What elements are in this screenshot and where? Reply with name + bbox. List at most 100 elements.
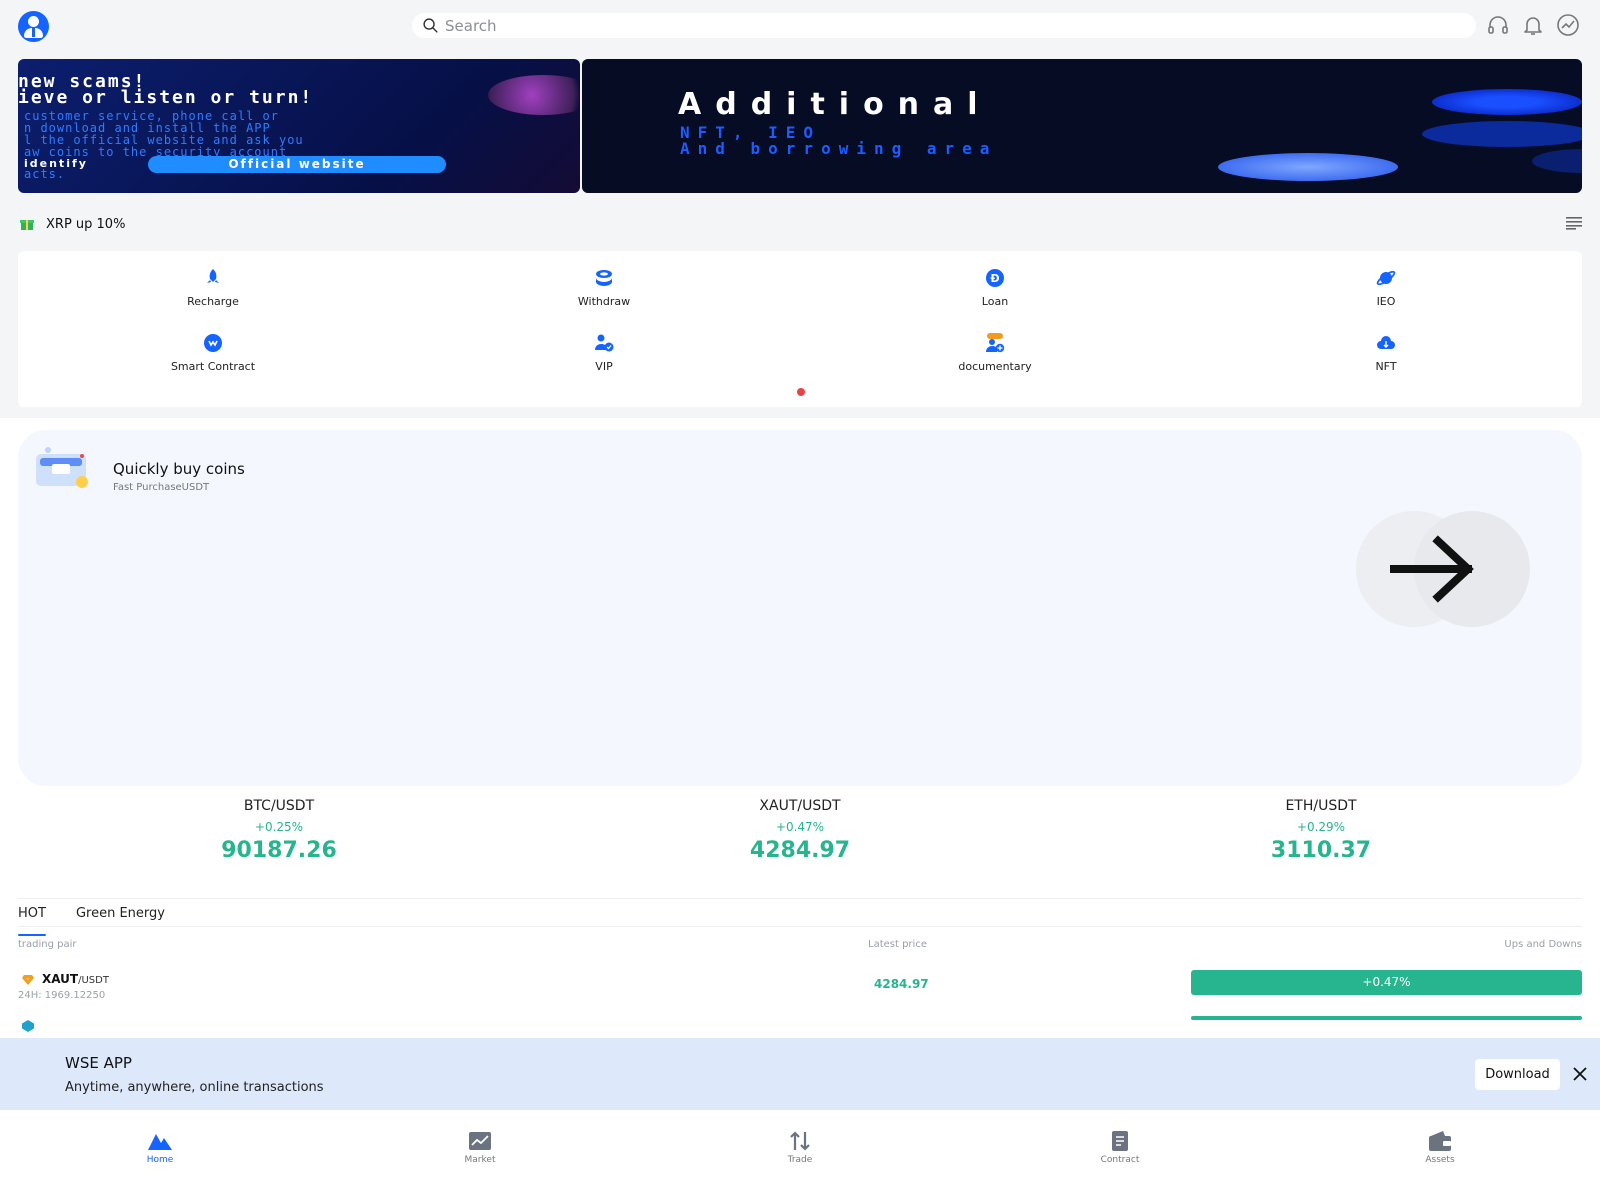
ticker-eth[interactable]: ETH/USDT +0.29% 3110.37 <box>1171 798 1471 863</box>
promo-banner[interactable]: new scams! ieve or listen or turn! custo… <box>18 59 1582 193</box>
ticker-change: +0.47% <box>775 820 825 834</box>
quick-item-label: IEO <box>1376 295 1396 308</box>
quick-item-smart-contract[interactable]: Smart Contract <box>113 333 313 373</box>
token-icon <box>22 1020 34 1032</box>
search-input[interactable] <box>445 16 1345 35</box>
banner-title: Additional <box>678 87 992 122</box>
ticker-change: +0.25% <box>254 820 304 834</box>
gift-icon <box>20 220 34 230</box>
nav-label: Home <box>146 1155 174 1165</box>
quick-item-vip[interactable]: VIP <box>504 333 704 373</box>
quick-item-label: documentary <box>958 360 1032 373</box>
ticker-strip: BTC/USDT +0.25% 90187.26 XAUT/USDT +0.47… <box>0 798 1600 878</box>
wallet-card-illustration <box>36 447 88 488</box>
row-change-badge <box>1191 1016 1582 1020</box>
banner-slide-scam-warning[interactable]: new scams! ieve or listen or turn! custo… <box>18 59 580 193</box>
nav-label: Assets <box>1425 1155 1455 1165</box>
tab-hot[interactable]: HOT <box>18 906 46 936</box>
market-icon <box>469 1132 491 1150</box>
app-subtitle: Anytime, anywhere, online transactions <box>65 1080 324 1095</box>
ticker-price: 90187.26 <box>221 838 337 863</box>
cloud-nft-icon <box>1377 336 1395 349</box>
wallet-icon <box>1429 1131 1451 1151</box>
divider <box>18 898 1582 899</box>
top-header <box>0 0 1600 52</box>
nav-assets[interactable]: Assets <box>1390 1130 1490 1165</box>
nav-market[interactable]: Market <box>430 1130 530 1165</box>
nav-trade[interactable]: Trade <box>750 1130 850 1165</box>
chart-icon[interactable] <box>1556 13 1580 37</box>
vip-user-icon <box>595 334 614 352</box>
nav-contract[interactable]: Contract <box>1070 1130 1170 1165</box>
row-latest-price: 4284.97 <box>874 977 929 991</box>
nav-label: Market <box>464 1155 496 1165</box>
banner-headline-2: ieve or listen or turn! <box>18 87 314 108</box>
ticker-price: 4284.97 <box>749 838 851 863</box>
bell-icon[interactable] <box>1521 13 1545 37</box>
support-icon[interactable] <box>1486 13 1510 37</box>
quick-item-label: VIP <box>595 360 613 373</box>
user-avatar-icon[interactable] <box>18 11 49 42</box>
arrow-right-icon[interactable] <box>1356 510 1532 628</box>
row-change-badge: +0.47% <box>1191 970 1582 995</box>
official-website-button[interactable]: Official website <box>148 156 446 173</box>
rocket-icon <box>207 269 219 283</box>
row-pair: XAUT/USDT <box>42 972 109 986</box>
coin-disc-graphic <box>1218 153 1398 181</box>
row-quote: /USDT <box>78 975 109 986</box>
quick-item-documentary[interactable]: documentary <box>895 333 1095 373</box>
column-ups-downs: Ups and Downs <box>1504 939 1582 950</box>
gear-graphic <box>488 75 580 115</box>
divider <box>18 926 1582 927</box>
nav-label: Contract <box>1100 1155 1140 1165</box>
column-trading-pair: trading pair <box>18 939 77 950</box>
close-icon[interactable] <box>1570 1064 1590 1084</box>
bottom-nav: Home Market Trade Contract Assets <box>0 1110 1600 1200</box>
banner-slide-additional[interactable]: Additional NFT, IEO And borrowing area <box>582 59 1582 193</box>
quick-item-label: Loan <box>981 295 1009 308</box>
tab-green-energy[interactable]: Green Energy <box>76 906 165 928</box>
quick-item-recharge[interactable]: Recharge <box>113 268 313 308</box>
app-download-bar: WSE APP Anytime, anywhere, online transa… <box>0 1038 1600 1110</box>
coin-disc-graphic <box>1432 89 1582 115</box>
quick-item-ieo[interactable]: IEO <box>1286 268 1486 308</box>
ticker-btc[interactable]: BTC/USDT +0.25% 90187.26 <box>129 798 429 863</box>
nav-home[interactable]: Home <box>110 1130 210 1165</box>
column-latest-price: Latest price <box>868 939 927 950</box>
svg-text:Đ: Đ <box>990 272 999 285</box>
quick-item-nft[interactable]: NFT <box>1286 333 1486 373</box>
ticker-pair: ETH/USDT <box>1285 798 1357 814</box>
table-row[interactable]: XAUT/USDT 24H: 1969.12250 4284.97 +0.47% <box>18 970 1582 1010</box>
search-bar[interactable] <box>412 13 1476 38</box>
ticker-pair: XAUT/USDT <box>759 798 841 814</box>
notice-text: XRP up 10% <box>46 216 126 232</box>
quick-menu: Recharge Withdraw Đ Loan IEO Smart Contr… <box>18 251 1582 407</box>
app-title: WSE APP <box>65 1054 132 1072</box>
quick-item-withdraw[interactable]: Withdraw <box>504 268 704 308</box>
quick-item-loan[interactable]: Đ Loan <box>895 268 1095 308</box>
quick-buy-card[interactable]: Quickly buy coins Fast PurchaseUSDT <box>18 430 1582 786</box>
search-icon <box>423 18 438 33</box>
quick-buy-subtitle: Fast PurchaseUSDT <box>113 482 210 493</box>
coin-disc-graphic <box>1532 149 1582 173</box>
notice-bar[interactable]: XRP up 10% <box>18 211 1582 237</box>
quick-buy-title: Quickly buy coins <box>113 460 245 478</box>
row-volume: 24H: 1969.12250 <box>18 990 106 1001</box>
quick-item-label: Smart Contract <box>170 360 256 373</box>
main-content: Quickly buy coins Fast PurchaseUSDT BTC/… <box>0 418 1600 1038</box>
list-menu-icon[interactable] <box>1566 216 1582 230</box>
banner-subtitle-2: And borrowing area <box>680 139 998 158</box>
pagination-dot[interactable] <box>797 388 805 396</box>
download-button[interactable]: Download <box>1475 1059 1560 1090</box>
contract-doc-icon <box>1112 1131 1128 1151</box>
quick-item-label: Withdraw <box>577 295 631 308</box>
ticker-pair: BTC/USDT <box>243 798 315 814</box>
banner-identify: identify <box>24 157 88 170</box>
quick-item-label: Recharge <box>187 295 239 308</box>
ticker-xaut[interactable]: XAUT/USDT +0.47% 4284.97 <box>650 798 950 863</box>
planet-icon <box>1376 270 1396 286</box>
home-icon <box>148 1134 172 1150</box>
dogecoin-icon: Đ <box>986 269 1004 287</box>
gold-diamond-icon <box>22 975 34 985</box>
ticker-change: +0.29% <box>1296 820 1346 834</box>
